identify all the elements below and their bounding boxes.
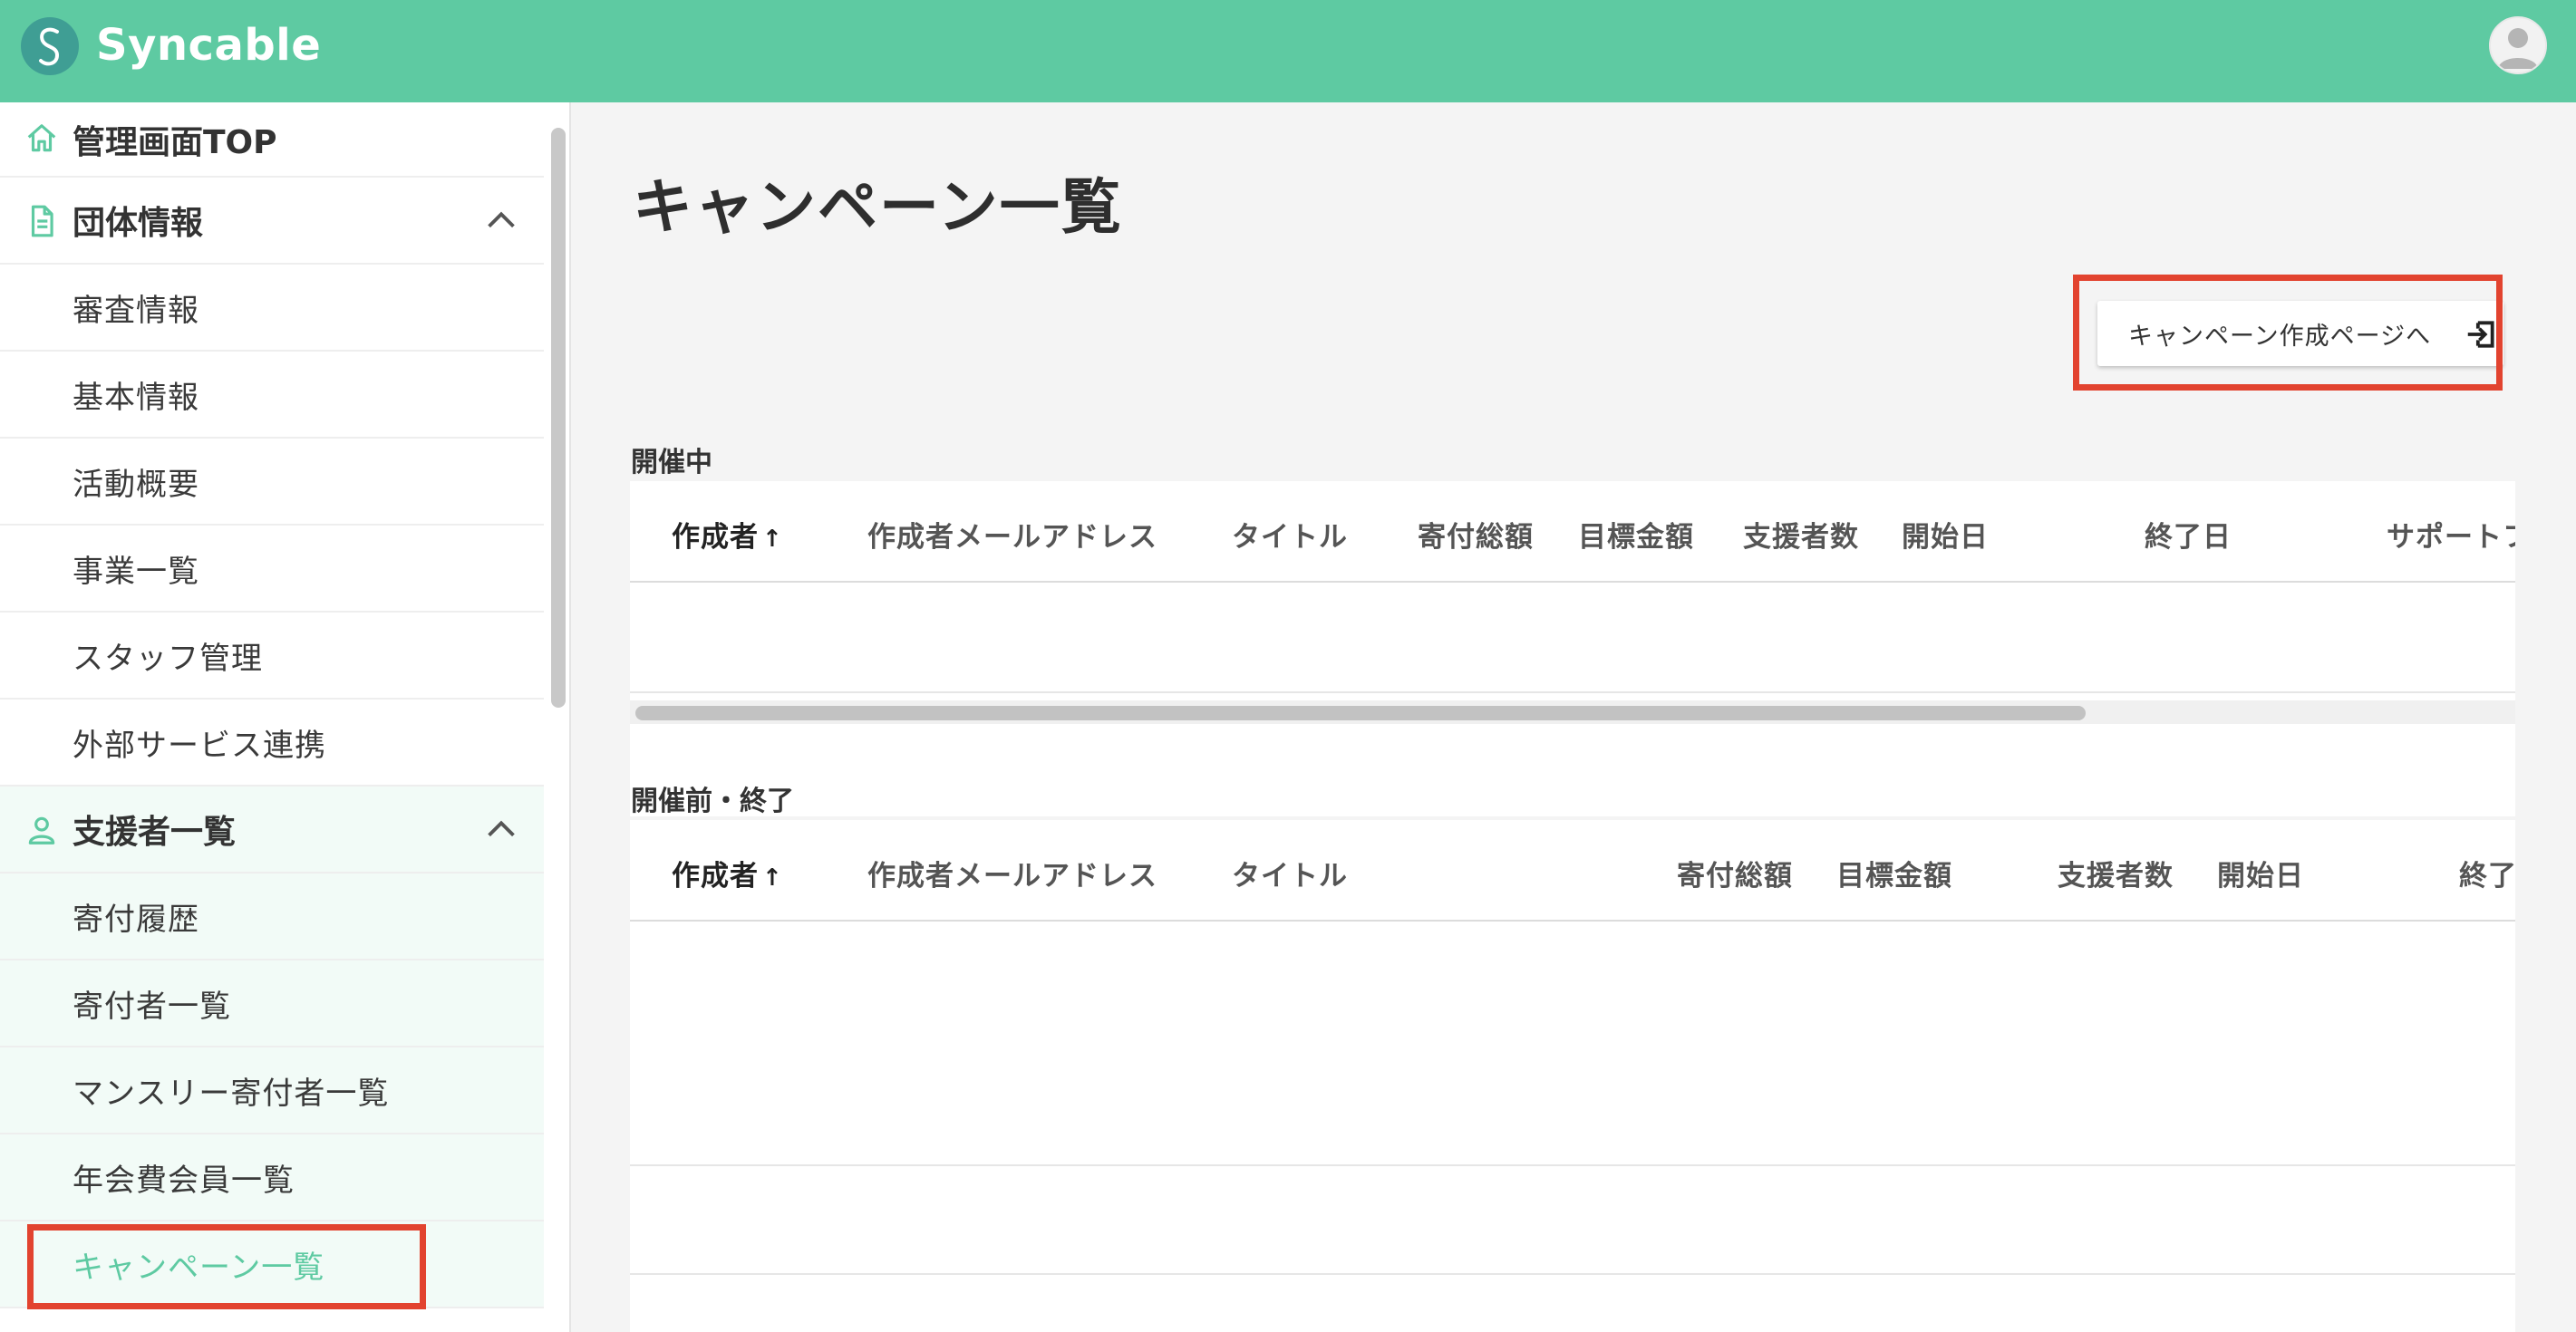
brand-name[interactable]: Syncable xyxy=(96,13,321,78)
ongoing-campaigns-table: 作成者 ↑ 作成者メールアドレス タイトル 寄付総額 目標金額 支援者数 開始日 … xyxy=(630,481,2515,816)
horizontal-scrollbar[interactable] xyxy=(630,700,2515,724)
person-icon xyxy=(24,812,60,848)
column-header-support[interactable]: サポートフ xyxy=(2387,514,2515,555)
sidebar-item-label: 寄付履歴 xyxy=(73,901,199,938)
horizontal-scrollbar-thumb[interactable] xyxy=(635,706,2086,720)
row-divider xyxy=(630,1273,2515,1275)
column-header-end-date[interactable]: 終了 xyxy=(2459,853,2515,893)
section-label-ongoing: 開催中 xyxy=(631,447,712,478)
page-title: キャンペーン一覧 xyxy=(633,172,1123,242)
sidebar-item-donation-history[interactable]: 寄付履歴 xyxy=(0,874,544,960)
column-header-total-donations[interactable]: 寄付総額 xyxy=(1418,514,1534,555)
sidebar: 管理画面TOP 団体情報 審査情報 基本情報 活動概要 事業一覧 スタッフ管理 … xyxy=(0,102,571,1332)
column-header-creator[interactable]: 作成者 ↑ xyxy=(672,514,783,555)
column-header-supporters[interactable]: 支援者数 xyxy=(1743,514,1859,555)
sidebar-item-label: 年会費会員一覧 xyxy=(73,1162,295,1199)
ended-campaigns-table: 作成者 ↑ 作成者メールアドレス タイトル 寄付総額 目標金額 支援者数 開始日 … xyxy=(630,820,2515,1332)
sidebar-item-basic-info[interactable]: 基本情報 xyxy=(0,352,544,439)
sidebar-item-projects[interactable]: 事業一覧 xyxy=(0,526,544,613)
section-label-pre-ended: 開催前・終了 xyxy=(631,786,794,817)
sidebar-item-label: マンスリー寄付者一覧 xyxy=(73,1075,390,1112)
column-header-target-amount[interactable]: 目標金額 xyxy=(1836,853,1952,893)
sidebar-item-label: 基本情報 xyxy=(73,379,199,416)
sidebar-item-label: スタッフ管理 xyxy=(73,640,263,677)
sort-arrow-icon: ↑ xyxy=(762,526,783,553)
column-header-start-date[interactable]: 開始日 xyxy=(2217,853,2304,893)
sidebar-item-label: 寄付者一覧 xyxy=(73,988,231,1025)
column-header-total-donations[interactable]: 寄付総額 xyxy=(1677,853,1793,893)
column-header-label: 作成者 xyxy=(672,860,759,893)
syncable-logo-icon[interactable] xyxy=(21,17,79,75)
column-header-title[interactable]: タイトル xyxy=(1232,514,1348,555)
sidebar-item-annual-members[interactable]: 年会費会員一覧 xyxy=(0,1134,544,1221)
column-header-start-date[interactable]: 開始日 xyxy=(1902,514,1989,555)
column-header-supporters[interactable]: 支援者数 xyxy=(2058,853,2174,893)
app-header: Syncable xyxy=(0,0,2576,102)
sidebar-item-monthly-donors[interactable]: マンスリー寄付者一覧 xyxy=(0,1047,544,1134)
column-header-target-amount[interactable]: 目標金額 xyxy=(1578,514,1694,555)
sidebar-item-label: 外部サービス連携 xyxy=(73,727,326,764)
column-header-creator-email[interactable]: 作成者メールアドレス xyxy=(867,853,1157,893)
sidebar-item-label: 活動概要 xyxy=(73,466,199,503)
sidebar-item-donors[interactable]: 寄付者一覧 xyxy=(0,960,544,1047)
sidebar-section-label: 団体情報 xyxy=(73,205,204,242)
highlight-box-create-button xyxy=(2073,275,2503,391)
column-header-creator[interactable]: 作成者 ↑ xyxy=(672,853,783,893)
column-header-title[interactable]: タイトル xyxy=(1232,853,1348,893)
sidebar-section-organization[interactable]: 団体情報 xyxy=(0,178,544,265)
document-icon xyxy=(24,203,60,239)
sidebar-item-label: 審査情報 xyxy=(73,292,199,329)
sidebar-section-supporters[interactable]: 支援者一覧 xyxy=(0,787,544,874)
home-icon xyxy=(24,121,60,157)
chevron-up-icon[interactable] xyxy=(480,200,522,242)
highlight-box-sidebar-campaigns xyxy=(27,1224,426,1309)
user-avatar-icon[interactable] xyxy=(2489,16,2547,74)
sidebar-item-admin-top[interactable]: 管理画面TOP xyxy=(0,102,544,178)
table-header-row: 作成者 ↑ 作成者メールアドレス タイトル 寄付総額 目標金額 支援者数 開始日 … xyxy=(630,820,2515,922)
row-divider xyxy=(630,691,2515,693)
main-content: キャンペーン一覧 キャンペーン作成ページへ 開催中 作成者 ↑ 作成者メールアドレ… xyxy=(573,102,2576,1332)
column-header-creator-email[interactable]: 作成者メールアドレス xyxy=(867,514,1157,555)
row-divider xyxy=(630,1164,2515,1166)
chevron-up-icon[interactable] xyxy=(480,809,522,851)
sidebar-section-label: 支援者一覧 xyxy=(73,814,237,851)
sidebar-item-activity-overview[interactable]: 活動概要 xyxy=(0,439,544,526)
sidebar-item-label: 管理画面TOP xyxy=(73,123,277,161)
sidebar-scrollbar[interactable] xyxy=(551,128,566,708)
table-header-row: 作成者 ↑ 作成者メールアドレス タイトル 寄付総額 目標金額 支援者数 開始日 … xyxy=(630,481,2515,583)
sidebar-item-label: 事業一覧 xyxy=(73,553,199,590)
sidebar-item-review-info[interactable]: 審査情報 xyxy=(0,265,544,352)
column-header-end-date[interactable]: 終了日 xyxy=(2145,514,2232,555)
sort-arrow-icon: ↑ xyxy=(762,864,783,892)
sidebar-item-staff[interactable]: スタッフ管理 xyxy=(0,613,544,700)
sidebar-item-external-services[interactable]: 外部サービス連携 xyxy=(0,700,544,787)
column-header-label: 作成者 xyxy=(672,521,759,554)
